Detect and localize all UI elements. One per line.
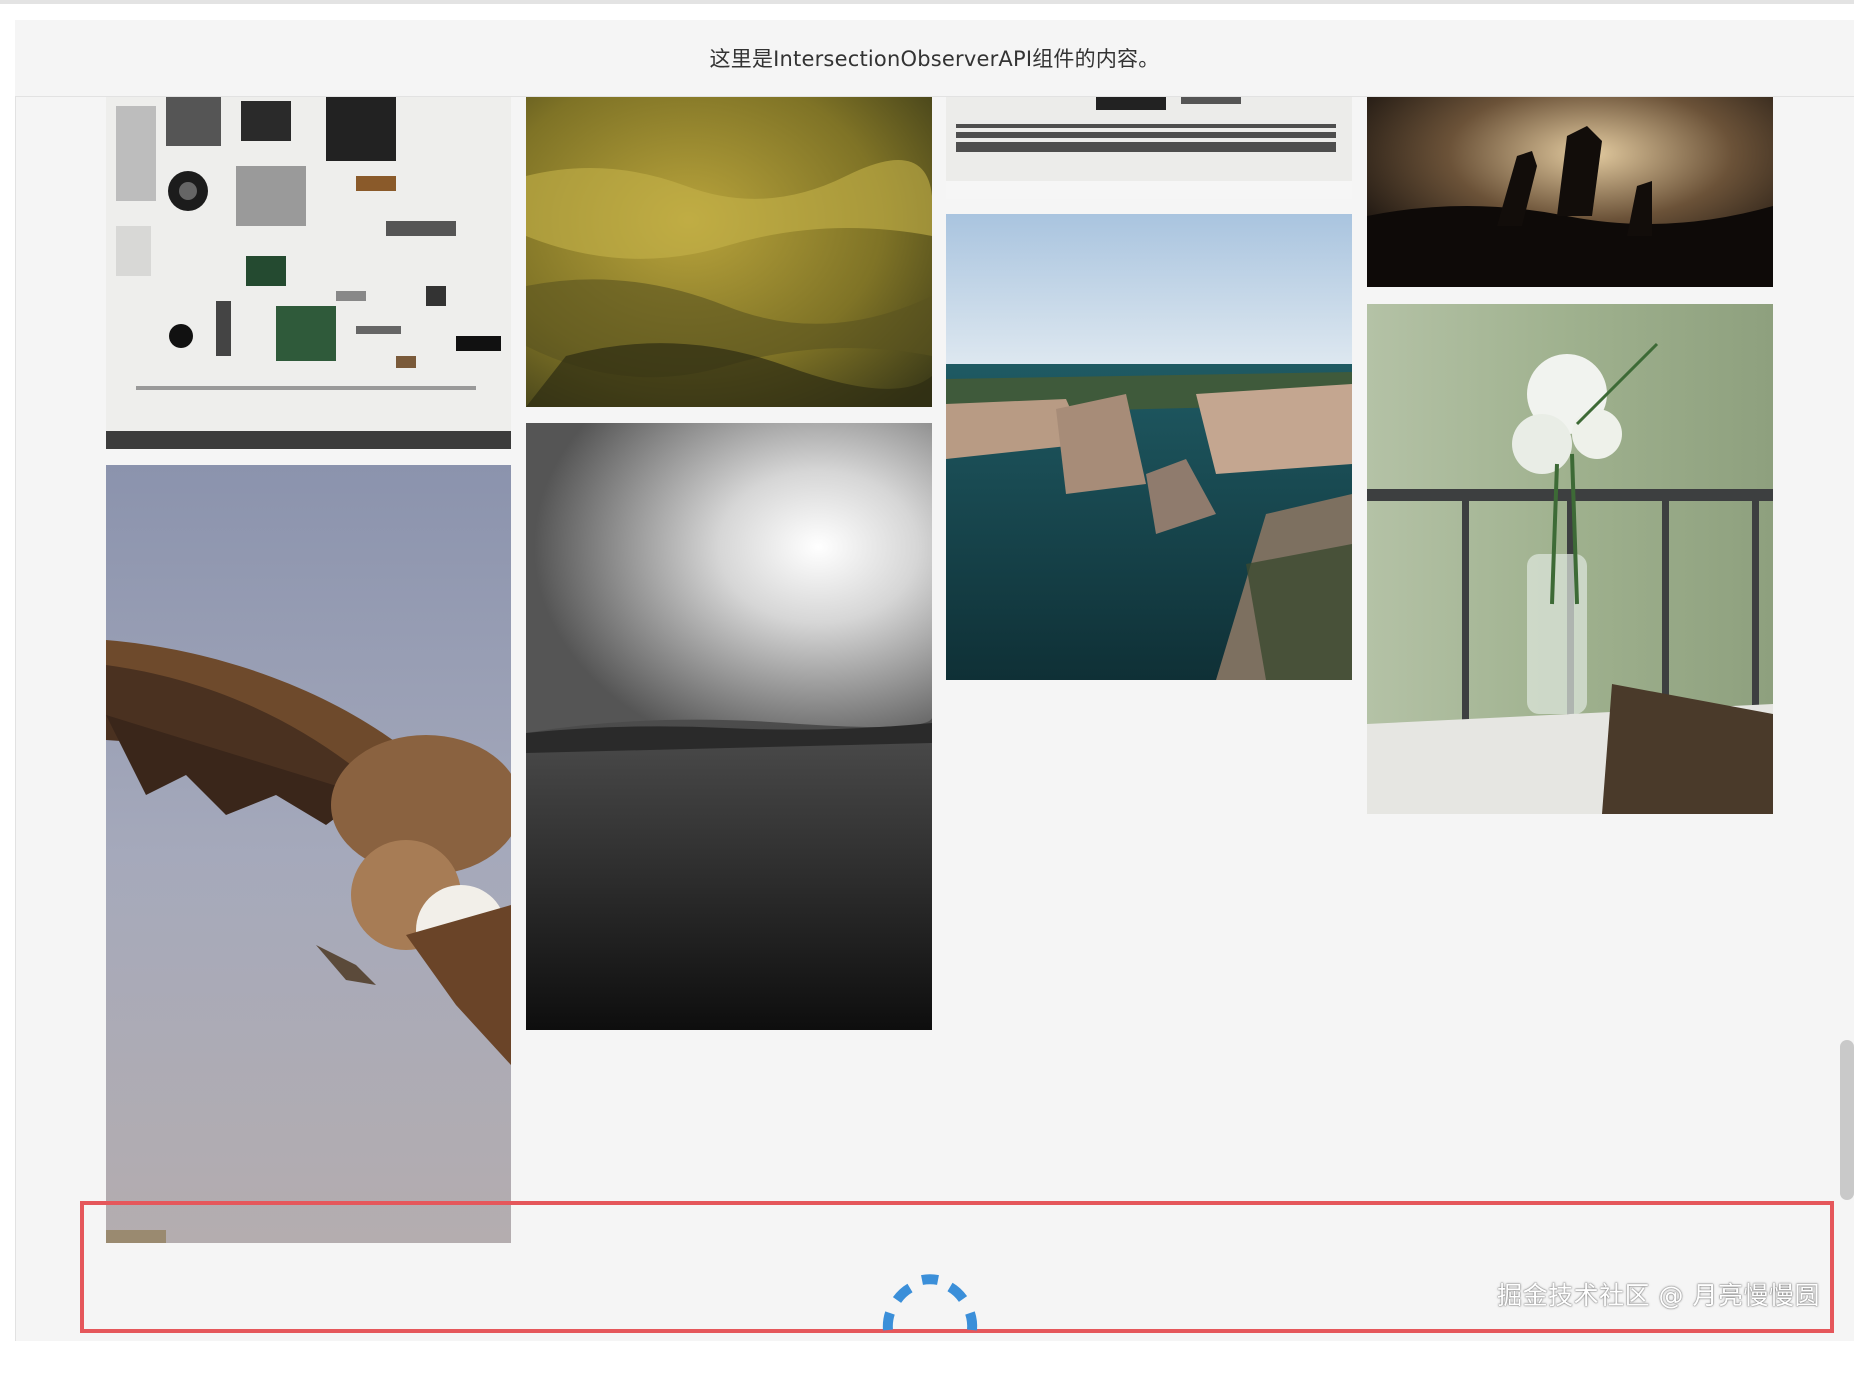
vertical-scrollbar[interactable] [1840,1040,1854,1200]
watermark: 掘金技术社区 @ 月亮慢慢圆 [1497,1281,1820,1310]
top-border [0,0,1854,4]
component-header: 这里是IntersectionObserverAPI组件的内容。 [15,20,1854,97]
image-vulture[interactable] [106,465,511,1243]
image-hardware[interactable] [946,96,1352,199]
image-coastal-cliffs[interactable] [946,214,1352,680]
loading-spinner-icon [870,1258,990,1378]
image-concert[interactable] [1367,96,1773,287]
image-vase-balcony[interactable] [1367,304,1773,814]
image-electronics[interactable] [106,96,511,449]
image-bw-landscape[interactable] [526,423,932,1030]
image-moss[interactable] [526,96,932,407]
header-text: 这里是IntersectionObserverAPI组件的内容。 [709,47,1160,71]
